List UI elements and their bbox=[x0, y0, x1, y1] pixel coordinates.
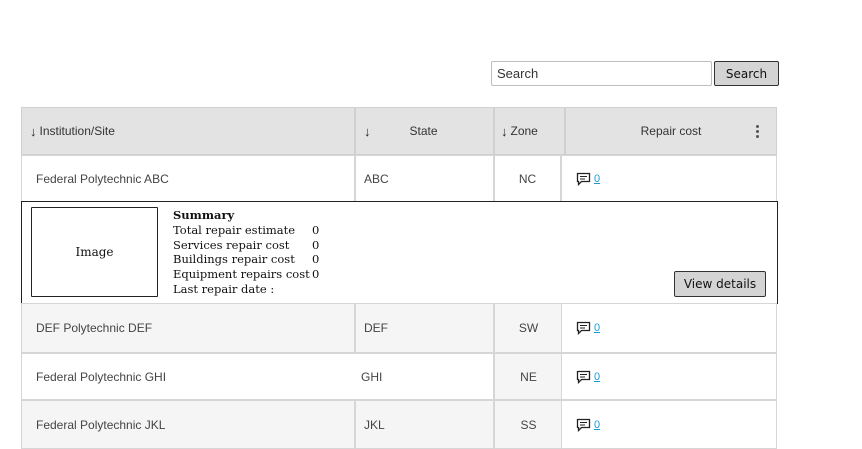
column-header-repair-cost: Repair cost bbox=[565, 107, 777, 155]
arrow-down-icon[interactable]: ↓ bbox=[30, 124, 37, 139]
summary-item-value: 0 bbox=[312, 237, 320, 252]
table-row-3-zone: NE bbox=[494, 353, 563, 400]
table-cell-text: SS bbox=[520, 417, 537, 432]
table-row-3-institution[interactable]: Federal Polytechnic GHI bbox=[21, 353, 355, 400]
comment-icon[interactable] bbox=[576, 370, 591, 384]
kebab-menu-icon[interactable] bbox=[756, 125, 759, 138]
table-row-4-repair-cost: 0 bbox=[561, 400, 777, 449]
table-cell-text: ABC bbox=[364, 171, 389, 186]
column-header-state-label: State bbox=[409, 124, 438, 138]
summary-item-label: Services repair cost bbox=[173, 237, 290, 252]
table-row-4-institution[interactable]: Federal Polytechnic JKL bbox=[21, 400, 355, 449]
column-header-repair-cost-label: Repair cost bbox=[640, 124, 702, 138]
table-row-3-repair-cost: 0 bbox=[561, 353, 777, 400]
table-row-4-state: JKL bbox=[355, 400, 494, 449]
comment-icon[interactable] bbox=[576, 172, 591, 186]
image-placeholder-label: Image bbox=[75, 245, 114, 259]
comment-count-link[interactable]: 0 bbox=[594, 419, 600, 431]
image-placeholder: Image bbox=[31, 207, 158, 297]
table-row-2-institution[interactable]: DEF Polytechnic DEF bbox=[21, 303, 355, 353]
summary-item-label: Total repair estimate bbox=[173, 222, 296, 237]
column-header-zone[interactable]: ↓ Zone bbox=[494, 107, 565, 155]
comment-link[interactable]: 0 bbox=[576, 370, 600, 384]
table-row-2-repair-cost: 0 bbox=[561, 303, 777, 353]
table-cell-text: NE bbox=[520, 369, 537, 384]
column-header-zone-label: Zone bbox=[510, 124, 538, 138]
view-details-button[interactable]: View details bbox=[674, 271, 766, 297]
comment-icon[interactable] bbox=[576, 418, 591, 432]
table-row-1-zone: NC bbox=[494, 155, 561, 202]
comment-icon[interactable] bbox=[576, 321, 591, 335]
summary-block: Summary Total repair estimate 0 Services … bbox=[173, 208, 319, 297]
table-row-4-zone: SS bbox=[494, 400, 563, 449]
comment-count-link[interactable]: 0 bbox=[594, 322, 600, 334]
search-button[interactable]: Search bbox=[714, 61, 779, 86]
summary-item: Services repair cost 0 bbox=[173, 238, 319, 253]
table-row-1-state: ABC bbox=[355, 155, 494, 202]
column-header-state[interactable]: ↓ State bbox=[355, 107, 494, 155]
comment-link[interactable]: 0 bbox=[576, 172, 600, 186]
summary-item-label: Buildings repair cost bbox=[173, 252, 295, 267]
table-cell-text: GHI bbox=[361, 369, 383, 384]
summary-item: Buildings repair cost 0 bbox=[173, 252, 319, 267]
table-cell-text: Federal Polytechnic JKL bbox=[36, 417, 166, 432]
table-row-2-state: DEF bbox=[355, 303, 494, 353]
arrow-down-icon[interactable]: ↓ bbox=[501, 124, 508, 139]
table-row-1-repair-cost: 0 bbox=[561, 155, 777, 202]
summary-title: Summary bbox=[173, 208, 235, 222]
summary-item: Equipment repairs cost 0 bbox=[173, 267, 319, 282]
summary-item-label: Last repair date : bbox=[173, 281, 275, 296]
column-header-institution-label: Institution/Site bbox=[39, 124, 115, 138]
comment-link[interactable]: 0 bbox=[576, 321, 600, 335]
table-cell-text: Federal Polytechnic GHI bbox=[36, 369, 167, 384]
comment-link[interactable]: 0 bbox=[576, 418, 600, 432]
comment-count-link[interactable]: 0 bbox=[594, 371, 600, 383]
summary-item: Last repair date : bbox=[173, 282, 319, 297]
comment-count-link[interactable]: 0 bbox=[594, 173, 600, 185]
table-row-1-institution[interactable]: Federal Polytechnic ABC bbox=[21, 155, 355, 202]
table-cell-text: DEF Polytechnic DEF bbox=[36, 321, 153, 335]
column-header-institution[interactable]: ↓ Institution/Site bbox=[21, 107, 355, 155]
table-cell-text: NC bbox=[518, 171, 537, 186]
table-row-3-state: GHI bbox=[355, 353, 494, 400]
summary-item: Total repair estimate 0 bbox=[173, 223, 319, 238]
table-cell-text: SW bbox=[518, 321, 539, 335]
search-input[interactable] bbox=[491, 61, 712, 86]
table-cell-text: JKL bbox=[364, 417, 385, 432]
summary-item-value: 0 bbox=[312, 267, 320, 282]
summary-item-value: 0 bbox=[312, 252, 320, 267]
table-row-2-zone: SW bbox=[494, 303, 563, 353]
table-cell-text: DEF bbox=[364, 321, 388, 335]
table-cell-text: Federal Polytechnic ABC bbox=[36, 171, 169, 186]
summary-item-label: Equipment repairs cost bbox=[173, 267, 310, 282]
arrow-down-icon[interactable]: ↓ bbox=[364, 124, 371, 139]
summary-item-value: 0 bbox=[312, 222, 320, 237]
